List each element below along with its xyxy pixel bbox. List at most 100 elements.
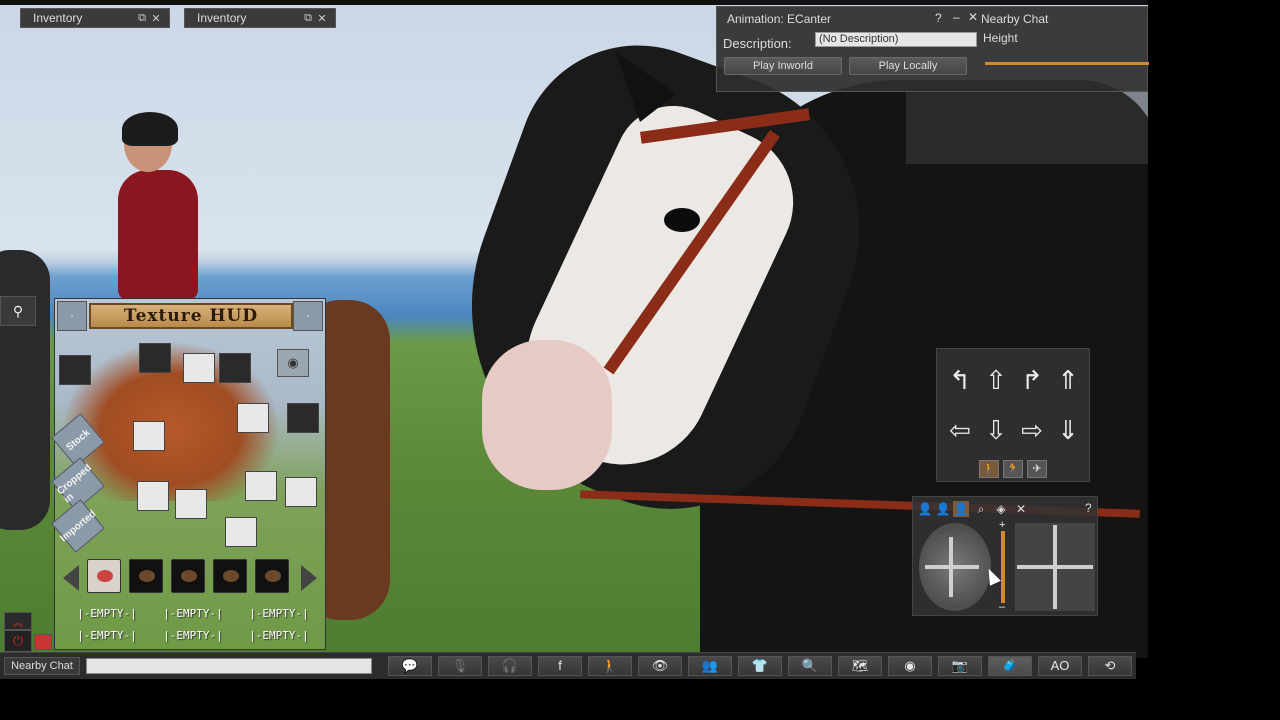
hud-texture-thumb[interactable] (183, 353, 215, 383)
help-icon[interactable]: ? (935, 11, 942, 25)
strafe-right-arrow-icon[interactable]: ⇨ (1017, 415, 1047, 445)
zoom-out-icon[interactable]: – (999, 601, 1005, 613)
movement-controls: ↰ ⇧ ↱ ⇑ ⇦ ⇩ ⇨ ⇓ 🚶 🏃 ✈ (936, 348, 1090, 482)
left-horse (0, 250, 50, 530)
front-view-icon[interactable]: 👤 (917, 501, 933, 517)
move-button[interactable]: 🚶 (588, 656, 632, 676)
orbit-cross-horizontal (925, 565, 979, 569)
radar-button[interactable]: ◉ (888, 656, 932, 676)
walk-mode-icon[interactable]: 🚶 (979, 460, 999, 478)
close-icon[interactable]: ✕ (968, 10, 978, 24)
hud-texture-thumb[interactable] (59, 355, 91, 385)
fly-up-arrow-icon[interactable]: ⇑ (1053, 365, 1083, 395)
fly-down-arrow-icon[interactable]: ⇓ (1053, 415, 1083, 445)
nearby-chat-button[interactable]: Nearby Chat (4, 657, 80, 675)
eye-texture-thumb[interactable] (129, 559, 163, 593)
eye-texture-thumb[interactable] (255, 559, 289, 593)
help-icon[interactable]: ? (1085, 501, 1092, 515)
side-view-icon[interactable]: 👤 (935, 501, 951, 517)
hud-texture-thumb[interactable] (245, 471, 277, 501)
map-button[interactable]: 🗺 (838, 656, 882, 676)
zoom-in-icon[interactable]: + (999, 519, 1005, 531)
eye-texture-thumb[interactable] (87, 559, 121, 593)
eye-texture-thumb[interactable] (213, 559, 247, 593)
empty-slot[interactable]: |-EMPTY-| (239, 629, 319, 642)
empty-slot[interactable]: |-EMPTY-| (153, 629, 233, 642)
inventory-button[interactable]: 🧳 (988, 656, 1032, 676)
expand-up-icon[interactable]: ︽ (4, 612, 32, 630)
voice-button[interactable]: 🎙 (438, 656, 482, 676)
undock-icon[interactable]: ⧉ (301, 12, 315, 25)
play-inworld-button[interactable]: Play Inworld (724, 57, 842, 75)
appearance-button[interactable]: 👕 (738, 656, 782, 676)
hud-texture-thumb[interactable] (137, 481, 169, 511)
object-view-icon[interactable]: ⌕ (973, 501, 989, 517)
headset-button[interactable]: 🎧 (488, 656, 532, 676)
eye-texture-thumb[interactable] (171, 559, 205, 593)
search-button[interactable]: 🔍 (788, 656, 832, 676)
bottom-toolbar: Nearby Chat 💬 🎙 🎧 f 🚶 👁 👥 👕 🔍 🗺 ◉ 📷 🧳 AO… (0, 652, 1136, 679)
minimize-icon[interactable]: – (953, 10, 960, 24)
mouselook-icon[interactable]: ◈ (993, 501, 1009, 517)
description-field[interactable]: (No Description) (815, 32, 977, 47)
nearby-chat-partial-label: Height (983, 31, 1018, 45)
close-icon[interactable]: ✕ (149, 12, 163, 25)
pan-cross-horizontal (1017, 565, 1093, 569)
hud-imported-button[interactable]: Imported (51, 499, 105, 553)
strafe-left-arrow-icon[interactable]: ⇦ (945, 415, 975, 445)
red-square-icon[interactable] (34, 634, 52, 650)
inventory-tab-1[interactable]: Inventory ⧉ ✕ (20, 8, 170, 28)
empty-slot[interactable]: |-EMPTY-| (67, 607, 147, 620)
close-icon[interactable]: ✕ (315, 12, 329, 25)
next-arrow-icon[interactable] (301, 565, 317, 591)
snapshot-button[interactable]: 📷 (938, 656, 982, 676)
hud-texture-thumb[interactable] (287, 403, 319, 433)
hud-texture-thumb[interactable] (175, 489, 207, 519)
accent-line (985, 62, 1149, 65)
turn-right-arrow-icon[interactable]: ↱ (1017, 365, 1047, 395)
empty-slot[interactable]: |-EMPTY-| (153, 607, 233, 620)
forward-arrow-icon[interactable]: ⇧ (981, 365, 1011, 395)
inventory-tab-2[interactable]: Inventory ⧉ ✕ (184, 8, 336, 28)
eye-texture-row (61, 559, 321, 593)
empty-slot[interactable]: |-EMPTY-| (67, 629, 147, 642)
chat-button[interactable]: 💬 (388, 656, 432, 676)
hud-texture-thumb[interactable] (285, 477, 317, 507)
location-pin-button[interactable]: ⚲ (0, 296, 36, 326)
inventory-tab-label: Inventory (33, 11, 83, 25)
top-strip (0, 0, 1148, 5)
run-mode-icon[interactable]: 🏃 (1003, 460, 1023, 478)
nearby-chat-history (966, 96, 1146, 156)
facebook-button[interactable]: f (538, 656, 582, 676)
hud-texture-thumb[interactable] (219, 353, 251, 383)
rider-avatar-body (118, 170, 198, 300)
eye-icon[interactable]: ◉ (277, 349, 309, 377)
view-button[interactable]: 👁 (638, 656, 682, 676)
hud-presets-tab[interactable]: ▫ (293, 301, 323, 331)
camera-zoom-slider[interactable] (1001, 531, 1005, 603)
power-icon[interactable]: ⏻ (4, 630, 32, 652)
rear-view-icon[interactable]: 👤 (953, 501, 969, 517)
undock-icon[interactable]: ⧉ (135, 12, 149, 25)
hud-texture-thumb[interactable] (139, 343, 171, 373)
close-icon[interactable]: ✕ (1013, 501, 1029, 517)
description-label: Description: (723, 36, 792, 51)
previous-arrow-icon[interactable] (63, 565, 79, 591)
chat-input[interactable] (86, 658, 372, 674)
hud-minimize-tab[interactable]: ▫ (57, 301, 87, 331)
empty-slot[interactable]: |-EMPTY-| (239, 607, 319, 620)
play-locally-button[interactable]: Play Locally (849, 57, 967, 75)
animation-preview-floater: Animation: ECanter ? – ✕ Nearby Chat Hei… (716, 6, 1149, 92)
texture-hud: ▫ Texture HUD ▫ ◉ Stock Cropped in Impor… (51, 298, 326, 650)
sync-button[interactable]: ⟲ (1088, 656, 1132, 676)
people-button[interactable]: 👥 (688, 656, 732, 676)
fly-mode-icon[interactable]: ✈ (1027, 460, 1047, 478)
ao-button[interactable]: AO (1038, 656, 1082, 676)
turn-left-arrow-icon[interactable]: ↰ (945, 365, 975, 395)
map-pin-icon: ⚲ (12, 302, 24, 319)
hud-title: Texture HUD (89, 303, 293, 329)
backward-arrow-icon[interactable]: ⇩ (981, 415, 1011, 445)
hud-texture-thumb[interactable] (133, 421, 165, 451)
hud-texture-thumb[interactable] (225, 517, 257, 547)
hud-texture-thumb[interactable] (237, 403, 269, 433)
